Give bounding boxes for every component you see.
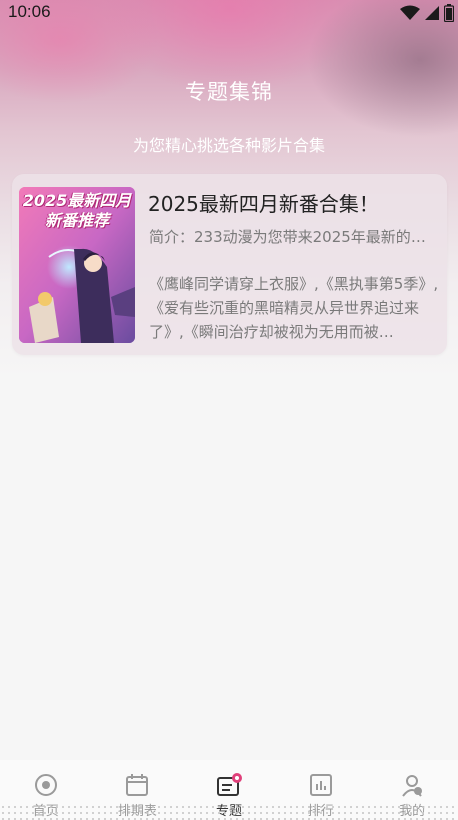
page-title: 专题集锦	[185, 80, 273, 104]
status-time: 10:06	[8, 2, 51, 21]
cover-caption: 2025最新四月新番推荐	[22, 191, 132, 230]
collection-card[interactable]: 2025最新四月新番推荐 2025最新四月新番合集！ 简介：233动漫为您带来2…	[12, 174, 447, 355]
collection-description: 简介：233动漫为您带来2025年最新的动…	[149, 228, 439, 246]
status-icons	[400, 4, 455, 26]
collection-works-list: 《鹰峰同学请穿上衣服》,《黑执事第5季》,《爱有些沉重的黑暗精灵从异世界追过来了…	[149, 275, 439, 341]
page-subtitle: 为您精心挑选各种影片合集	[132, 136, 325, 155]
wifi-icon	[400, 5, 420, 25]
collection-title[interactable]: 2025最新四月新番合集！	[148, 188, 379, 217]
chart-icon	[308, 772, 334, 798]
status-bar: 10:06	[0, 0, 458, 24]
collection-cover-image[interactable]: 2025最新四月新番推荐	[19, 187, 135, 343]
bottom-dot-pattern	[0, 804, 458, 820]
battery-icon	[443, 4, 455, 26]
profile-icon	[399, 772, 425, 798]
calendar-icon	[124, 772, 150, 798]
home-icon	[33, 772, 59, 798]
topic-screen: 10:06 专题集锦 为您精心挑选各种影片合集 2025最新四月新番推荐 202…	[0, 0, 458, 820]
topic-icon	[216, 772, 242, 798]
signal-icon	[424, 5, 440, 25]
